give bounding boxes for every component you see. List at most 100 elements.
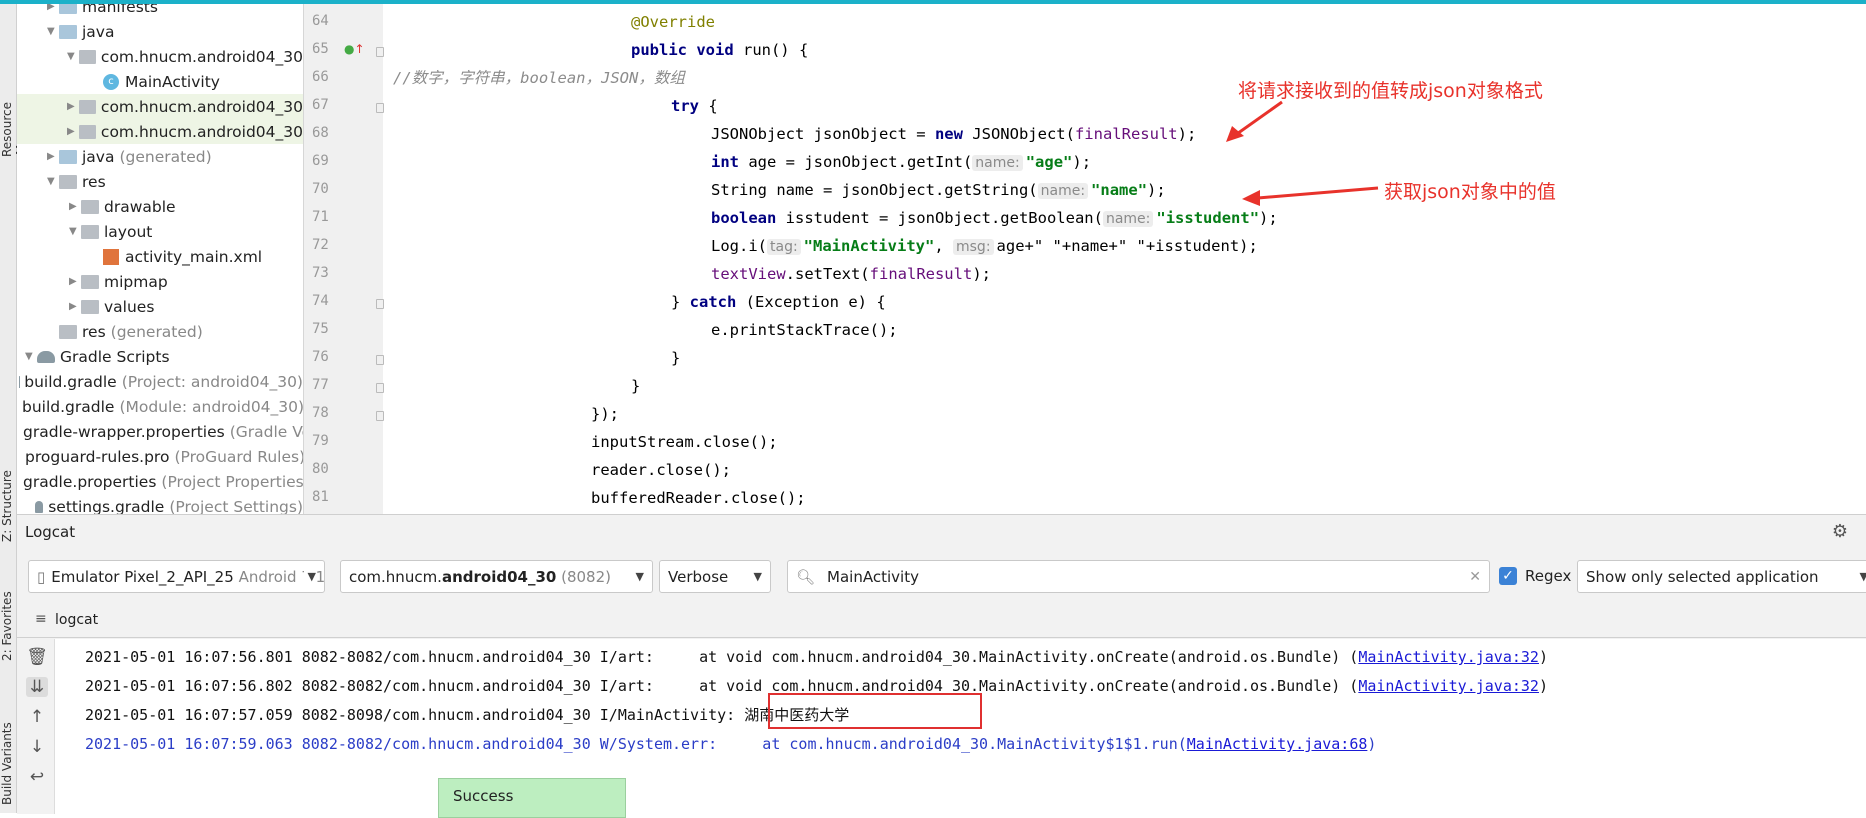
device-name: Emulator Pixel_2_API_25 xyxy=(51,567,234,586)
tree-item[interactable]: build.gradle (Module: android04_30) xyxy=(17,394,303,419)
process-select[interactable]: com.hnucm. android04_30 (8082) ▼ xyxy=(340,560,653,593)
tree-item[interactable]: ▼ java xyxy=(17,19,303,44)
res-icon xyxy=(59,174,77,189)
tree-item[interactable]: res (generated) xyxy=(17,319,303,344)
tree-item-detail: (ProGuard Rules) xyxy=(174,447,303,466)
tree-item[interactable]: settings.gradle (Project Settings) xyxy=(17,494,303,514)
expand-arrow-icon[interactable]: ▶ xyxy=(67,101,79,112)
clear-icon[interactable]: ✕ xyxy=(1469,569,1481,585)
expand-arrow-icon[interactable]: ▶ xyxy=(69,276,81,287)
tree-item[interactable]: ▼ com.hnucm.android04_30 xyxy=(17,44,303,69)
filter-select[interactable]: Show only selected application ▼ xyxy=(1577,560,1866,593)
line-number: 71 xyxy=(312,209,329,225)
tree-item[interactable]: ▼ res xyxy=(17,169,303,194)
line-number: 78 xyxy=(312,405,329,421)
tree-item[interactable]: ▼ Gradle Scripts xyxy=(17,344,303,369)
tree-item[interactable]: ▶ manifests xyxy=(17,4,303,19)
tree-item[interactable]: ▶ com.hnucm.android04_30 xyxy=(17,94,303,119)
tree-item-detail: (Project: android04_30) xyxy=(121,372,303,391)
log-text-end: ) xyxy=(1367,735,1377,753)
tree-item[interactable]: ▶ mipmap xyxy=(17,269,303,294)
arrow-up-icon[interactable]: ↑ xyxy=(26,707,48,727)
expand-arrow-icon[interactable]: ▶ xyxy=(47,4,59,12)
tree-item-label: settings.gradle xyxy=(48,497,165,515)
source-link[interactable]: MainActivity.java:32 xyxy=(1358,677,1539,695)
scroll-to-end-icon[interactable]: ⇊ xyxy=(26,677,48,697)
tree-item[interactable]: gradle.properties (Project Properties) xyxy=(17,469,303,494)
favorites-tab[interactable]: 2: Favorites xyxy=(0,584,17,669)
tree-item[interactable]: ▶ com.hnucm.android04_30 xyxy=(17,119,303,144)
line-number: 79 xyxy=(312,433,329,449)
annotation-arrow-2 xyxy=(1242,186,1379,206)
regex-checkbox[interactable]: ✓ xyxy=(1499,567,1517,585)
line-number: 67 xyxy=(312,97,329,113)
expand-arrow-icon[interactable]: ▶ xyxy=(47,151,59,162)
line-number: 75 xyxy=(312,321,329,337)
tree-item-label: res xyxy=(82,172,106,191)
trash-icon[interactable]: 🗑︎ xyxy=(26,647,48,667)
tree-item[interactable]: ▶ java (generated) xyxy=(17,144,303,169)
log-search-input[interactable]: 🔍︎ MainActivity ✕ xyxy=(787,560,1490,593)
log-text: 2021-05-01 16:07:56.802 8082-8082/com.hn… xyxy=(85,677,1359,695)
tree-item-detail: (generated) xyxy=(110,322,203,341)
tree-item[interactable]: ▶ drawable xyxy=(17,194,303,219)
source-link[interactable]: MainActivity.java:68 xyxy=(1187,735,1368,753)
process-prefix: com.hnucm. xyxy=(349,567,442,586)
log-level-select[interactable]: Verbose ▼ xyxy=(659,560,771,593)
resource-manager-tab[interactable]: Resource Manager xyxy=(0,74,28,184)
logcat-title: Logcat xyxy=(25,523,76,541)
build-variants-tab[interactable]: Build Variants xyxy=(0,714,17,814)
override-marker-icon[interactable]: ●↑ xyxy=(344,42,365,56)
logcat-tab[interactable]: logcat xyxy=(55,612,98,628)
code-line-79: inputStream.close(); xyxy=(591,433,778,451)
code-line-76: } xyxy=(671,349,681,367)
code-line-69: int age = jsonObject.getInt(name: "age"); xyxy=(711,153,1092,171)
chevron-down-icon: ▼ xyxy=(753,570,762,583)
left-tool-strip: Resource Manager Z: Structure 2: Favorit… xyxy=(0,4,28,814)
log-line: 2021-05-01 16:07:56.801 8082-8082/com.hn… xyxy=(85,643,1548,672)
structure-tab[interactable]: Z: Structure xyxy=(0,464,17,549)
code-line-66: //数字，字符串，boolean，JSON，数组 xyxy=(393,69,685,87)
tree-item[interactable]: build.gradle (Project: android04_30) xyxy=(17,369,303,394)
code-line-73: textView.setText(finalResult); xyxy=(711,265,991,283)
source-link[interactable]: MainActivity.java:32 xyxy=(1358,648,1539,666)
gear-icon[interactable]: ⚙ xyxy=(1832,521,1848,542)
code-line-71: boolean isstudent = jsonObject.getBoolea… xyxy=(711,209,1278,227)
expand-arrow-icon[interactable]: ▼ xyxy=(47,26,59,37)
tree-item[interactable]: c MainActivity xyxy=(17,69,303,94)
folder-icon xyxy=(59,149,77,164)
chevron-down-icon: ▼ xyxy=(303,570,316,583)
code-editor[interactable]: @Override public void run() { //数字，字符串，b… xyxy=(383,4,1866,514)
tree-item-detail: (Project Settings) xyxy=(169,497,303,515)
expand-arrow-icon[interactable]: ▶ xyxy=(67,126,79,137)
expand-arrow-icon[interactable]: ▶ xyxy=(69,201,81,212)
code-line-65: public void run() { xyxy=(631,41,809,59)
tree-item[interactable]: proguard-rules.pro (ProGuard Rules) xyxy=(17,444,303,469)
expand-arrow-icon[interactable]: ▼ xyxy=(47,176,59,187)
tree-item[interactable]: gradle-wrapper.properties(Gradle Version… xyxy=(17,419,303,444)
line-number: 76 xyxy=(312,349,329,365)
device-select[interactable]: ▯Emulator Pixel_2_API_25 Android 7.1.1, … xyxy=(28,560,325,593)
tree-item[interactable]: ▶ values xyxy=(17,294,303,319)
expand-arrow-icon[interactable]: ▶ xyxy=(69,301,81,312)
tree-item[interactable]: ▼ layout xyxy=(17,219,303,244)
expand-arrow-icon[interactable]: ▼ xyxy=(25,351,37,362)
expand-arrow-icon[interactable]: ▼ xyxy=(69,226,81,237)
tree-item-label: mipmap xyxy=(104,272,168,291)
tree-item-label: com.hnucm.android04_30 xyxy=(100,47,303,66)
tree-item-detail: (Module: android04_30) xyxy=(119,397,303,416)
tree-item[interactable]: activity_main.xml xyxy=(17,244,303,269)
line-number: 66 xyxy=(312,69,329,85)
code-line-80: reader.close(); xyxy=(591,461,731,479)
line-number: 73 xyxy=(312,265,329,281)
expand-arrow-icon[interactable]: ▼ xyxy=(67,51,79,62)
package-icon xyxy=(78,49,96,64)
tree-item-label: com.hnucm.android04_30 xyxy=(100,97,303,116)
tree-item-label: java xyxy=(82,22,115,41)
soft-wrap-icon[interactable]: ↩ xyxy=(26,767,48,787)
project-tree: ▶ manifests ▼ java ▼ com.hnucm.android04_30 c M… xyxy=(17,4,303,514)
log-text: 2021-05-01 16:07:57.059 8082-8098/com.hn… xyxy=(85,706,850,724)
log-text-end: ) xyxy=(1538,648,1548,666)
code-line-78: }); xyxy=(591,405,619,423)
arrow-down-icon[interactable]: ↓ xyxy=(26,737,48,757)
